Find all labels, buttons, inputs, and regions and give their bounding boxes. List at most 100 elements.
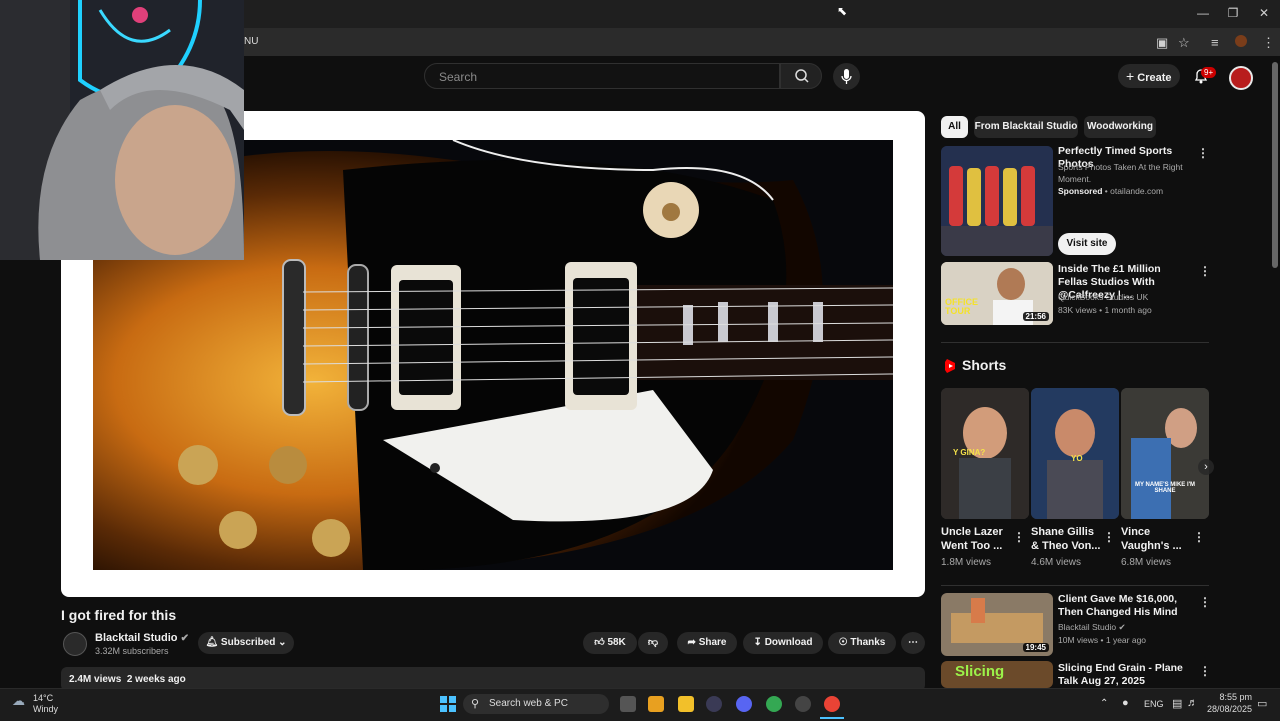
volume-icon[interactable]: ♬ (1187, 697, 1198, 709)
notification-center-icon[interactable]: ▭ (1257, 697, 1267, 710)
minimize-icon[interactable]: — (1193, 6, 1213, 20)
webcam-overlay (0, 0, 244, 260)
duration-badge: 21:56 (1022, 312, 1049, 321)
rec2-title[interactable]: Client Gave Me $16,000, Then Changed His… (1058, 593, 1193, 619)
view-count: 2.4M views (69, 674, 122, 685)
sports-photo-image (941, 146, 1053, 256)
browser-menu-icon[interactable]: ⋮ (1262, 35, 1275, 51)
chip-all[interactable]: All (941, 116, 968, 138)
media-controls-icon[interactable]: ≡ (1211, 35, 1219, 50)
short-thumbnail-image (1121, 388, 1209, 519)
visit-site-button[interactable]: Visit site (1058, 233, 1116, 255)
chevron-right-icon: › (1204, 461, 1208, 473)
bookmark-star-icon[interactable]: ☆ (1178, 35, 1190, 51)
short-overlay-text: YO (1071, 454, 1083, 463)
channel-avatar[interactable] (63, 632, 87, 656)
app-icon[interactable] (706, 696, 722, 712)
weather-desc: Windy (33, 704, 59, 714)
bell-icon: 🔔︎ (205, 637, 219, 648)
verified-icon: ✔ (1118, 622, 1126, 632)
rec2-thumbnail[interactable]: 19:45 (941, 593, 1053, 656)
close-icon[interactable]: ✕ (1254, 6, 1274, 20)
short-title[interactable]: Vince Vaughn's ... (1121, 525, 1189, 553)
short-title[interactable]: Shane Gillis & Theo Von... (1031, 525, 1103, 553)
language-indicator[interactable]: ENG (1144, 699, 1164, 709)
chip-from-blacktail[interactable]: From Blacktail Studio (974, 116, 1078, 138)
app-icon[interactable] (795, 696, 811, 712)
channel-name-text: Blacktail Studio (95, 632, 178, 644)
upload-age: 2 weeks ago (126, 674, 186, 685)
rec1-channel[interactable]: QuickBooks Studios UK (1058, 291, 1148, 303)
search-button[interactable] (780, 63, 822, 89)
subscribed-label: Subscribed (220, 637, 276, 648)
chevron-down-icon: ⌄ (278, 637, 287, 648)
weather-temp[interactable]: 14°C (33, 693, 53, 703)
short-views: 1.8M views (941, 557, 992, 568)
voice-search-button[interactable] (833, 63, 860, 90)
short-card[interactable]: MY NAME'S MIKE I'M SHANE (1121, 388, 1209, 519)
short-more-icon[interactable]: ⋮ (1013, 530, 1025, 544)
thumb-overlay-text: Slicing (955, 663, 1005, 680)
rec1-more-icon[interactable]: ⋮ (1199, 264, 1211, 278)
create-button[interactable]: + Create (1118, 64, 1180, 88)
thumbs-up-icon: 👍︎ (594, 637, 605, 648)
taskbar-search[interactable]: ⚲ Search web & PC (463, 694, 609, 714)
chrome-icon[interactable] (766, 696, 782, 712)
short-card[interactable]: Y GINA? (941, 388, 1029, 519)
dislike-button[interactable]: 👎︎ (638, 632, 668, 654)
network-icon[interactable]: ▤ (1172, 697, 1182, 710)
divider (941, 342, 1209, 343)
create-label: Create (1137, 72, 1172, 84)
shorts-next-button[interactable]: › (1198, 459, 1214, 475)
short-more-icon[interactable]: ⋮ (1103, 530, 1115, 544)
tray-overflow-icon[interactable]: ⌃ (1100, 698, 1108, 709)
channel-name[interactable]: Blacktail Studio ✔ (95, 632, 189, 644)
chip-woodworking[interactable]: Woodworking (1084, 116, 1156, 138)
app-icon[interactable] (648, 696, 664, 712)
file-explorer-icon[interactable] (678, 696, 694, 712)
clock-time[interactable]: 8:55 pm (1208, 692, 1252, 702)
rec3-thumbnail[interactable]: Slicing (941, 661, 1053, 688)
rec2-channel[interactable]: Blacktail Studio ✔ (1058, 621, 1126, 633)
ad-thumbnail[interactable] (941, 146, 1053, 256)
short-more-icon[interactable]: ⋮ (1193, 530, 1205, 544)
search-input[interactable]: Search (424, 63, 780, 89)
cast-icon[interactable]: ▣ (1156, 35, 1168, 51)
profile-avatar-icon[interactable] (1235, 35, 1247, 47)
subscribed-button[interactable]: 🔔︎ Subscribed ⌄ (198, 632, 294, 654)
short-title[interactable]: Uncle Lazer Went Too ... (941, 525, 1011, 553)
search-icon (795, 69, 809, 83)
short-views: 6.8M views (1121, 557, 1172, 568)
notification-badge: 9+ (1201, 67, 1217, 78)
like-button[interactable]: 👍︎ 58K (583, 632, 637, 654)
shorts-heading: Shorts (962, 357, 1007, 373)
address-text: NU (244, 36, 259, 47)
page-scrollbar[interactable] (1272, 62, 1278, 268)
thumbs-down-icon: 👎︎ (647, 637, 659, 648)
rec2-channel-text: Blacktail Studio (1058, 622, 1117, 632)
share-button[interactable]: ➦ Share (677, 632, 737, 654)
weather-icon[interactable]: ☁ (12, 693, 25, 709)
mouse-cursor-icon: ⬉ (837, 4, 848, 18)
ad-more-icon[interactable]: ⋮ (1197, 146, 1209, 160)
task-view-icon[interactable] (620, 696, 636, 712)
discord-icon[interactable] (736, 696, 752, 712)
plus-icon: + (1126, 68, 1135, 84)
maximize-icon[interactable]: ❐ (1223, 6, 1243, 20)
download-button[interactable]: ↧ Download (743, 632, 823, 654)
chrome-active-icon[interactable] (824, 696, 840, 712)
rec1-meta: 83K views • 1 month ago (1058, 305, 1152, 315)
rec2-more-icon[interactable]: ⋮ (1199, 595, 1211, 609)
thanks-button[interactable]: ☉ Thanks (828, 632, 896, 654)
windows-start-icon[interactable] (440, 696, 456, 717)
short-card[interactable]: YO (1031, 388, 1119, 519)
share-icon: ➦ (687, 637, 696, 648)
more-actions-button[interactable]: ⋯ (901, 632, 925, 654)
shorts-logo-icon (943, 358, 957, 379)
microphone-tray-icon[interactable]: ● (1122, 697, 1129, 709)
rec3-more-icon[interactable]: ⋮ (1199, 664, 1211, 678)
download-icon: ↧ (753, 637, 762, 648)
short-overlay-text: Y GINA? (953, 448, 986, 457)
rec1-thumbnail[interactable]: OFFICE TOUR 21:56 (941, 262, 1053, 325)
account-avatar[interactable] (1229, 66, 1253, 90)
